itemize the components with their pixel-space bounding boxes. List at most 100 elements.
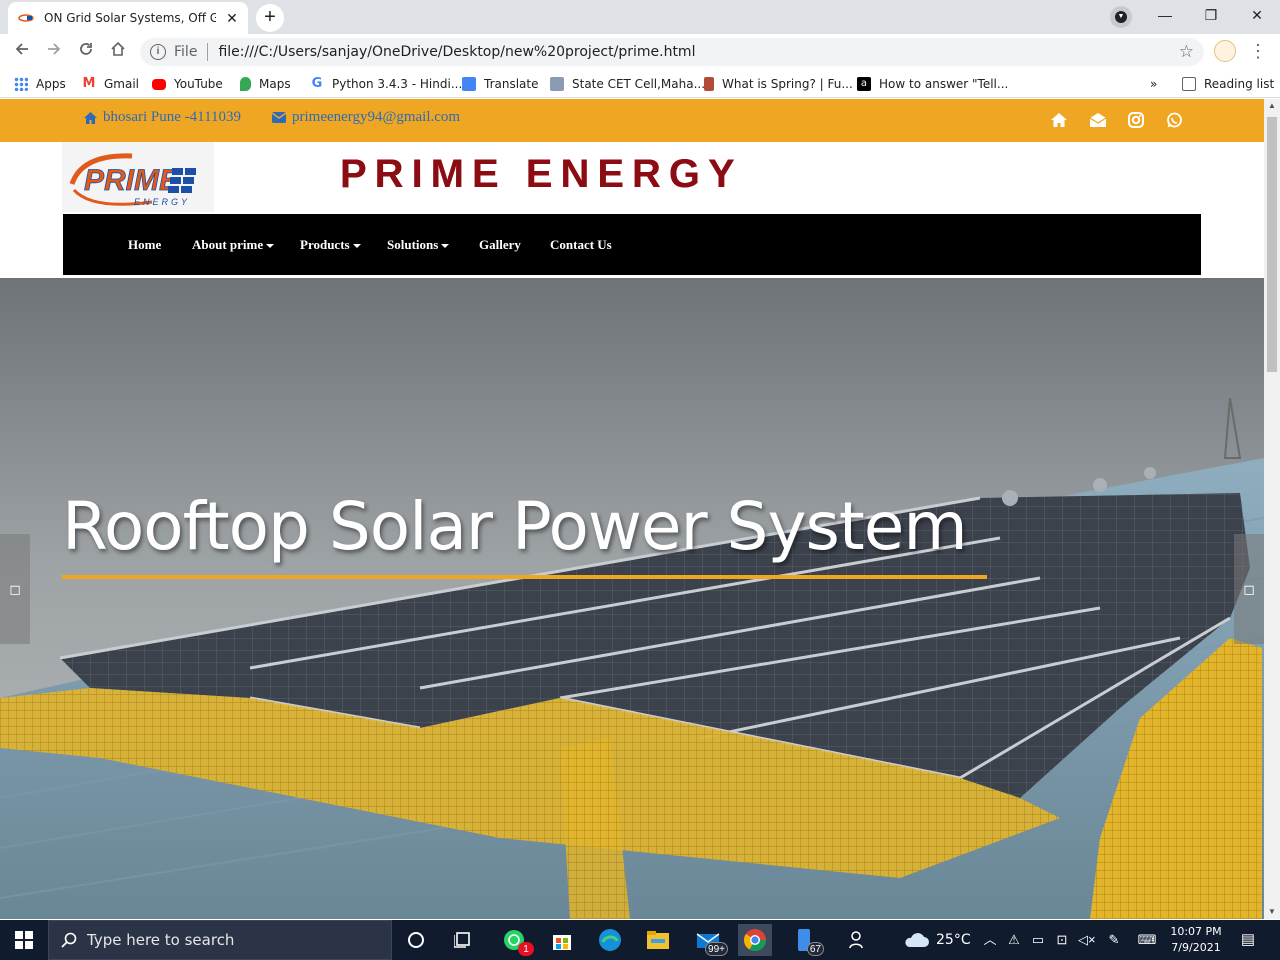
- google-icon: G: [311, 76, 323, 91]
- bookmark-gmail[interactable]: M Gmail: [82, 75, 139, 93]
- bookmark-tell[interactable]: a How to answer "Tell...: [857, 75, 1008, 93]
- spring-icon: [704, 77, 714, 91]
- whatsapp-icon[interactable]: [1166, 112, 1184, 130]
- bookmark-spring[interactable]: What is Spring? | Fu...: [704, 75, 853, 93]
- bookmark-apps[interactable]: Apps: [14, 75, 66, 93]
- prime-energy-logo[interactable]: PRIME ENERGY: [62, 142, 214, 212]
- browser-toolbar: i File file:///C:/Users/sanjay/OneDrive/…: [0, 34, 1280, 70]
- tab-close-icon[interactable]: ✕: [224, 10, 240, 26]
- forward-arrow-icon[interactable]: [40, 38, 68, 66]
- nav-label: Solutions: [387, 237, 439, 252]
- battery-icon[interactable]: ▭: [1030, 932, 1046, 948]
- nav-home[interactable]: Home: [128, 214, 161, 275]
- nav-gallery[interactable]: Gallery: [479, 214, 521, 275]
- weather-cloud-icon[interactable]: [900, 924, 932, 956]
- overflow-label: »: [1150, 77, 1158, 91]
- instagram-icon[interactable]: [1128, 112, 1146, 130]
- new-tab-button[interactable]: +: [256, 4, 284, 32]
- scrollbar-thumb[interactable]: [1267, 117, 1277, 372]
- browser-menu-icon[interactable]: ⋮: [1248, 40, 1268, 64]
- back-arrow-icon[interactable]: [8, 38, 36, 66]
- bookmark-python[interactable]: G Python 3.4.3 - Hindi...: [310, 75, 463, 93]
- reading-list-label: Reading list: [1204, 77, 1275, 91]
- chrome-app-icon[interactable]: [738, 924, 772, 956]
- scroll-down-icon[interactable]: ▼: [1264, 905, 1280, 919]
- prev-arrow-icon: ◻: [9, 581, 21, 597]
- keyboard-icon[interactable]: ⌨: [1136, 932, 1158, 948]
- bookmark-star-icon[interactable]: ☆: [1179, 42, 1194, 62]
- nav-label: Contact Us: [550, 237, 612, 252]
- envelope-icon: [272, 112, 286, 123]
- hero-carousel: Rooftop Solar Power System ◻ ◻: [0, 278, 1264, 919]
- whatsapp-badge: 1: [518, 942, 534, 956]
- bookmark-maps[interactable]: Maps: [240, 75, 291, 93]
- minimize-window-button[interactable]: —: [1142, 0, 1188, 30]
- file-explorer-icon[interactable]: [642, 924, 674, 956]
- extension-icon[interactable]: [1214, 40, 1236, 62]
- site-header: PRIME ENERGY PRIME ENERGY: [0, 142, 1264, 214]
- nav-about-prime[interactable]: About prime: [192, 214, 275, 275]
- home-button-icon[interactable]: [104, 38, 132, 66]
- taskbar-search-box[interactable]: Type here to search: [48, 920, 392, 960]
- profile-menu-icon[interactable]: ▼: [1110, 6, 1132, 28]
- bookmarks-bar: Apps M Gmail YouTube Maps G Python 3.4.3…: [0, 70, 1280, 98]
- carousel-prev-button[interactable]: ◻: [0, 534, 30, 644]
- weather-temperature[interactable]: 25°C: [936, 932, 971, 948]
- mail-app-icon[interactable]: 99+: [692, 924, 728, 956]
- reading-list-button[interactable]: Reading list: [1182, 75, 1274, 93]
- phone-app-icon[interactable]: 67: [788, 924, 824, 956]
- envelope-open-icon[interactable]: [1089, 112, 1107, 130]
- page-scrollbar[interactable]: ▲ ▼: [1264, 99, 1280, 919]
- nav-contact-us[interactable]: Contact Us: [550, 214, 612, 275]
- email-text[interactable]: primeenergy94@gmail.com: [292, 109, 460, 126]
- task-view-icon[interactable]: [448, 924, 480, 956]
- site-info-icon[interactable]: i: [150, 44, 166, 60]
- address-bar[interactable]: i File file:///C:/Users/sanjay/OneDrive/…: [140, 38, 1204, 66]
- bookmark-translate[interactable]: Translate: [462, 75, 539, 93]
- gmail-icon: M: [82, 76, 96, 91]
- show-hidden-icons-icon[interactable]: ︿: [982, 932, 998, 948]
- reading-list-icon: [1182, 77, 1196, 91]
- hero-title: Rooftop Solar Power System: [62, 488, 968, 565]
- cortana-icon[interactable]: [400, 924, 432, 956]
- pen-icon[interactable]: ✎: [1106, 932, 1122, 948]
- bookmark-cet[interactable]: State CET Cell,Maha...: [550, 75, 705, 93]
- logo-word: PRIME: [84, 164, 180, 197]
- whatsapp-app-icon[interactable]: 1: [498, 924, 534, 956]
- youtube-icon: [152, 78, 166, 90]
- maps-icon: [240, 77, 251, 91]
- edge-browser-icon[interactable]: [594, 924, 626, 956]
- reload-icon[interactable]: [72, 38, 100, 66]
- volume-muted-icon[interactable]: ◁×: [1078, 932, 1096, 948]
- home-icon[interactable]: [1050, 112, 1068, 130]
- nav-label: Home: [128, 237, 162, 252]
- windows-start-icon[interactable]: [0, 920, 48, 960]
- translate-icon: [462, 77, 476, 91]
- notifications-icon[interactable]: ▤: [1240, 932, 1256, 948]
- microsoft-store-icon[interactable]: [546, 924, 578, 956]
- clock-date: 7/9/2021: [1171, 941, 1221, 954]
- bookmark-label: Translate: [484, 77, 539, 91]
- omnibox-divider: [207, 43, 209, 61]
- site-favicon-icon: [18, 13, 34, 23]
- nav-solutions[interactable]: Solutions: [387, 214, 450, 275]
- bookmark-label: Maps: [259, 77, 291, 91]
- search-placeholder: Type here to search: [87, 931, 235, 949]
- people-icon[interactable]: [842, 924, 874, 956]
- bookmarks-overflow-button[interactable]: »: [1150, 75, 1157, 93]
- bookmark-youtube[interactable]: YouTube: [152, 75, 223, 93]
- security-warning-icon[interactable]: ⚠: [1006, 932, 1022, 948]
- hero-title-underline: [62, 575, 987, 579]
- close-window-button[interactable]: ✕: [1234, 0, 1280, 30]
- restore-window-button[interactable]: ❐: [1188, 0, 1234, 30]
- scroll-up-icon[interactable]: ▲: [1264, 99, 1280, 113]
- carousel-next-button[interactable]: ◻: [1234, 534, 1264, 644]
- url-text[interactable]: file:///C:/Users/sanjay/OneDrive/Desktop…: [218, 44, 695, 60]
- nav-products[interactable]: Products: [300, 214, 361, 275]
- system-clock[interactable]: 10:07 PM 7/9/2021: [1162, 924, 1230, 956]
- brand-title-text: PRIME ENERGY: [340, 152, 743, 196]
- network-icon[interactable]: ⊡: [1054, 932, 1070, 948]
- logo-subword: ENERGY: [134, 197, 190, 207]
- browser-tab-active[interactable]: ON Grid Solar Systems, Off Grid, ✕: [8, 2, 248, 34]
- email-info[interactable]: primeenergy94@gmail.com: [272, 109, 460, 126]
